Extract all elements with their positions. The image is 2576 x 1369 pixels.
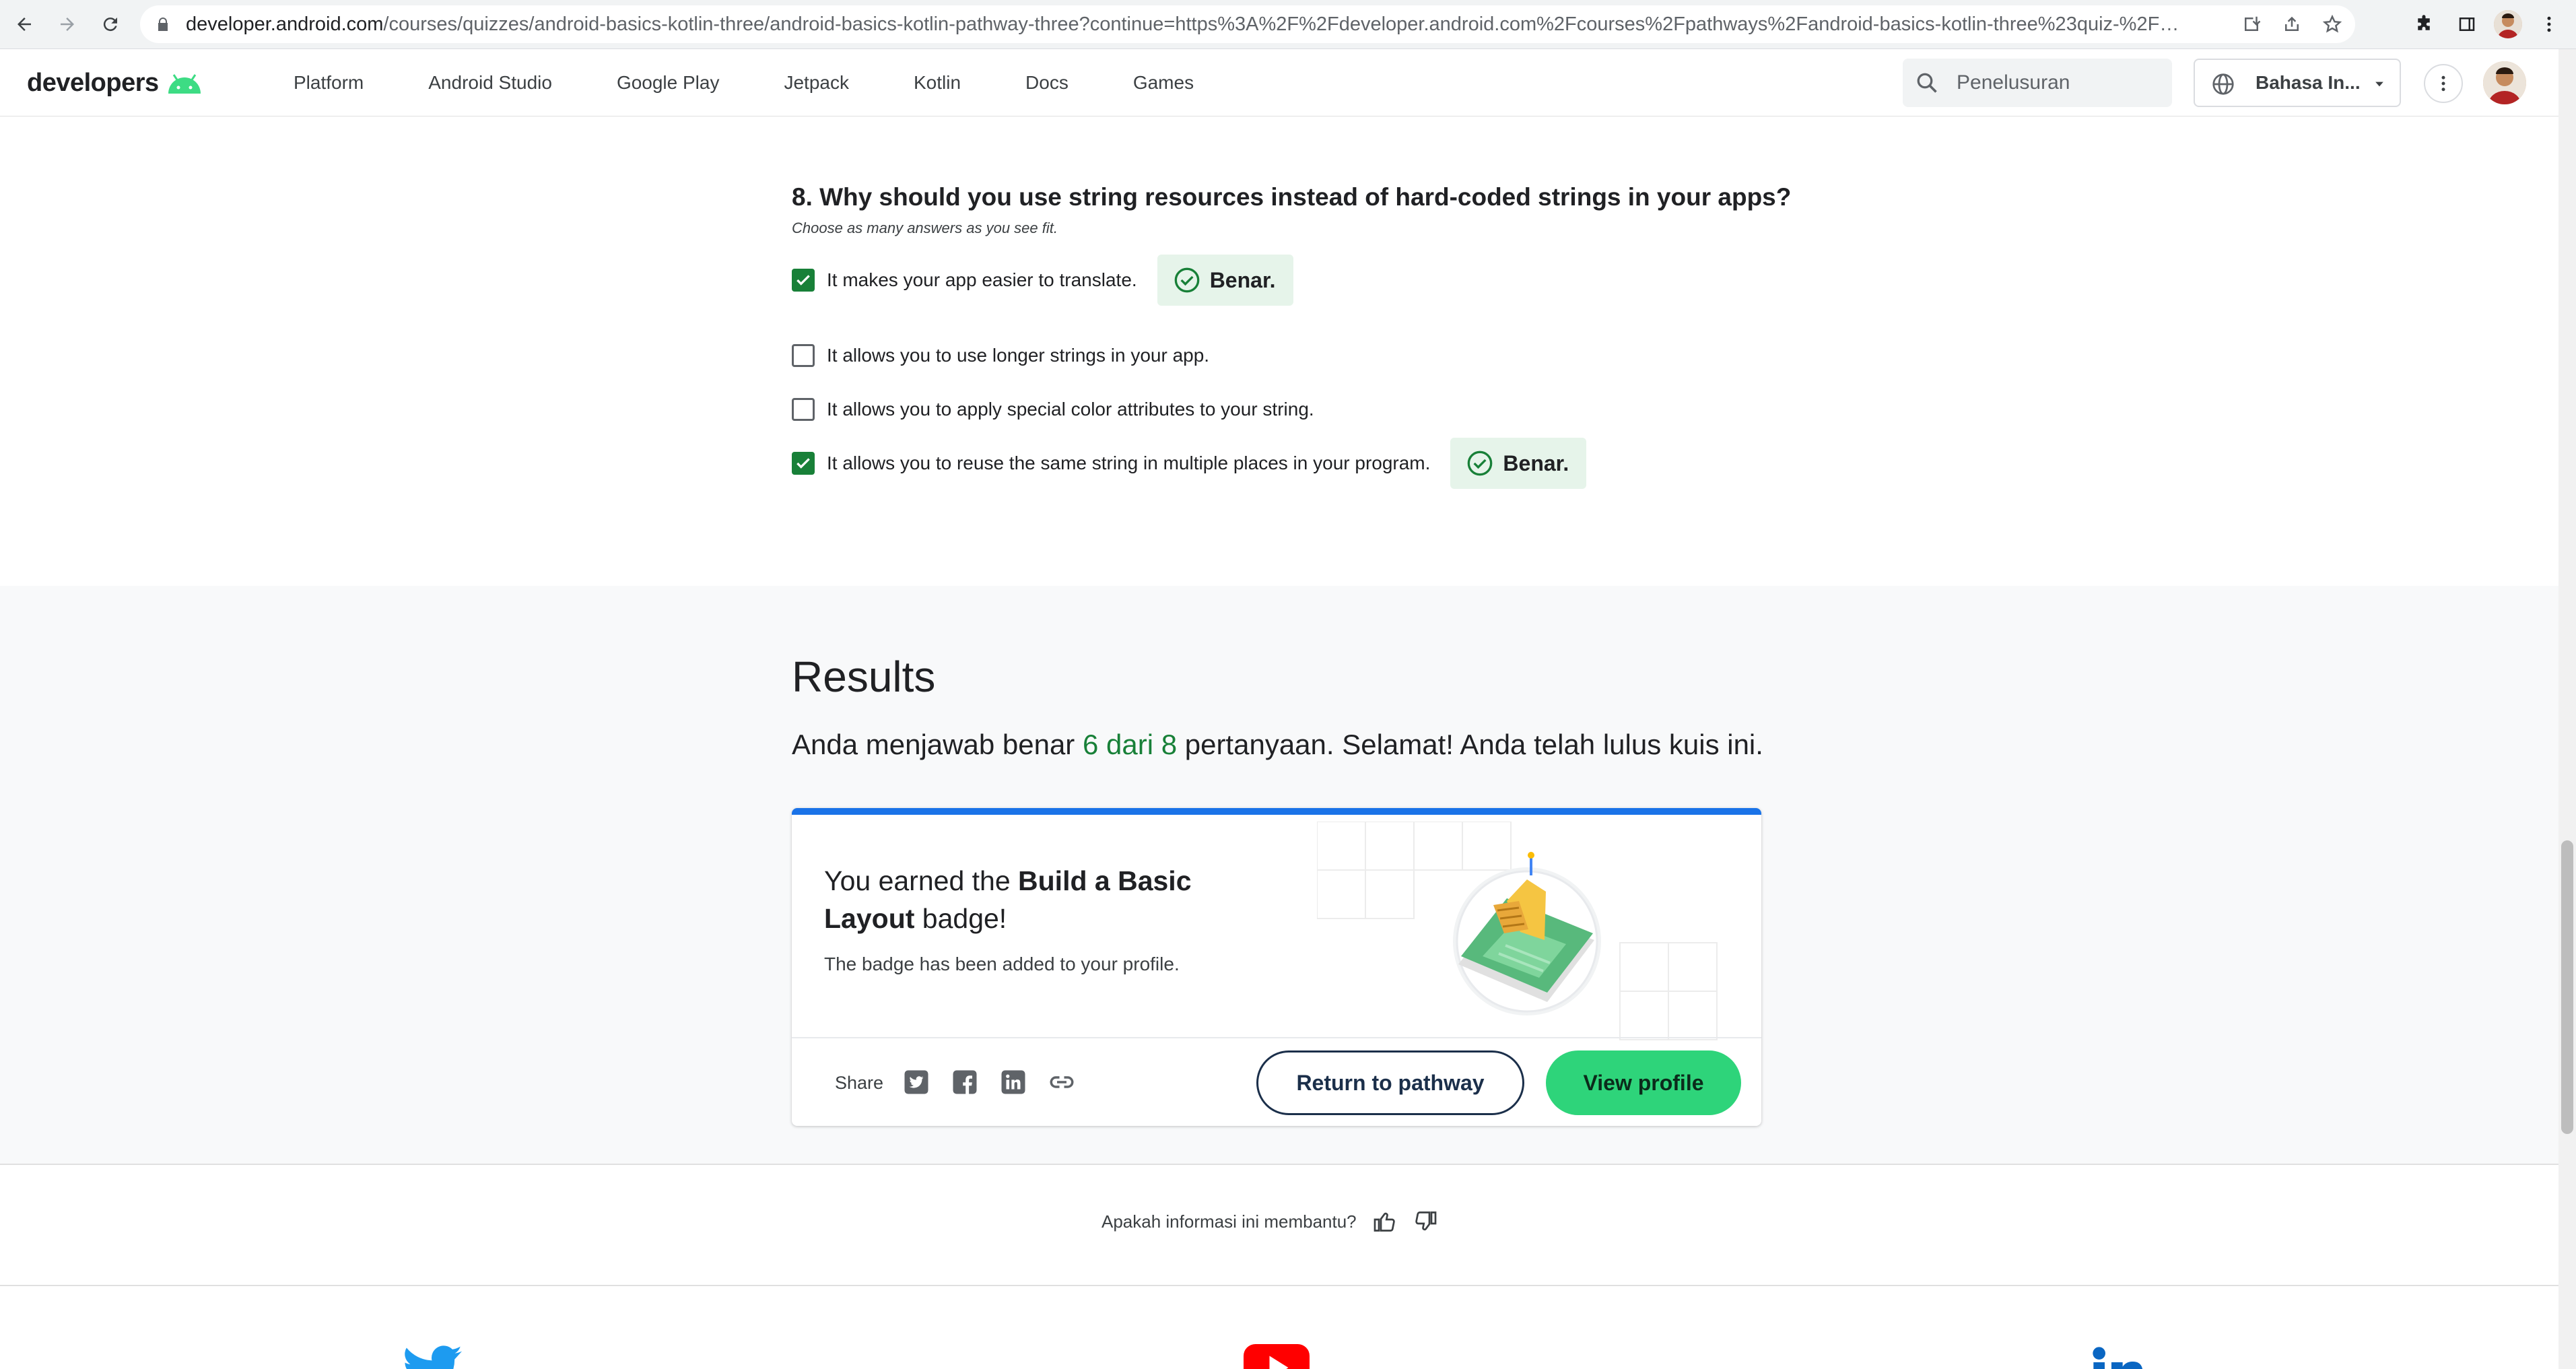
option-label: It allows you to apply special color att…: [827, 399, 1314, 420]
star-icon[interactable]: [2319, 11, 2346, 38]
check-circle-icon: [1174, 267, 1200, 293]
option-label: It makes your app easier to translate.: [827, 269, 1137, 290]
menu-icon[interactable]: [2533, 8, 2565, 40]
results-score: 6 dari 8: [1082, 729, 1178, 760]
badge-illustration: [1317, 822, 1718, 1040]
view-profile-button[interactable]: View profile: [1546, 1050, 1741, 1115]
search-placeholder: Penelusuran: [1957, 71, 2070, 94]
footer-social: [0, 1288, 2558, 1369]
twitter-icon[interactable]: [401, 1344, 465, 1369]
facebook-icon[interactable]: [951, 1068, 979, 1096]
question-hint: Choose as many answers as you see fit.: [792, 220, 1058, 236]
profile-avatar[interactable]: [2494, 10, 2522, 38]
answer-option[interactable]: It allows you to reuse the same string i…: [792, 436, 1587, 490]
search-icon: [1917, 73, 1937, 93]
nav-google-play[interactable]: Google Play: [617, 72, 720, 94]
check-icon: [796, 458, 810, 469]
site-header: developers Platform Android Studio Googl…: [0, 49, 2576, 116]
option-label: It allows you to use longer strings in y…: [827, 345, 1210, 366]
badge-heading: You earned the Build a Basic Layout badg…: [824, 862, 1282, 937]
correct-badge: Benar.: [1157, 255, 1293, 306]
results-text-after: pertanyaan. Selamat! Anda telah lulus ku…: [1177, 729, 1763, 760]
answer-option[interactable]: It makes your app easier to translate. B…: [792, 253, 1293, 307]
install-icon[interactable]: [2238, 11, 2265, 38]
badge-subtext: The badge has been added to your profile…: [824, 954, 1180, 974]
linkedin-icon[interactable]: [2091, 1345, 2145, 1369]
badge-card-footer: Share Return to pathway View profile: [792, 1037, 1761, 1126]
language-label: Bahasa In...: [2256, 72, 2361, 93]
nav-jetpack[interactable]: Jetpack: [784, 72, 849, 94]
top-nav: Platform Android Studio Google Play Jetp…: [294, 49, 1194, 116]
correct-label: Benar.: [1209, 267, 1276, 292]
address-bar[interactable]: developer.android.com/courses/quizzes/an…: [140, 5, 2355, 43]
share-icon[interactable]: [2278, 11, 2305, 38]
nav-games[interactable]: Games: [1133, 72, 1194, 94]
more-vert-icon: [2441, 75, 2445, 92]
checkbox-unchecked[interactable]: [792, 398, 815, 421]
correct-badge: Benar.: [1450, 438, 1587, 489]
forward-icon[interactable]: [51, 8, 83, 40]
more-options-button[interactable]: [2424, 64, 2463, 103]
badge-heading-prefix: You earned the: [824, 865, 1019, 896]
nav-docs[interactable]: Docs: [1025, 72, 1069, 94]
logo-text: developers: [27, 68, 159, 97]
youtube-icon[interactable]: [1243, 1344, 1310, 1369]
answer-option[interactable]: It allows you to apply special color att…: [792, 382, 1314, 436]
url-host: developer.android.com: [186, 13, 384, 35]
account-avatar[interactable]: [2483, 61, 2526, 104]
globe-icon: [2212, 73, 2234, 95]
checkbox-checked[interactable]: [792, 452, 815, 475]
results-summary: Anda menjawab benar 6 dari 8 pertanyaan.…: [792, 729, 1763, 761]
search-input[interactable]: Penelusuran: [1903, 59, 2172, 107]
scrollbar-track[interactable]: [2558, 49, 2576, 1369]
share-label: Share: [835, 1073, 884, 1093]
checkbox-checked[interactable]: [792, 269, 815, 292]
card-accent-bar: [792, 808, 1761, 815]
checkbox-unchecked[interactable]: [792, 344, 815, 367]
check-icon: [796, 275, 810, 286]
twitter-icon[interactable]: [902, 1068, 930, 1096]
scrollbar-thumb[interactable]: [2561, 840, 2573, 1134]
language-selector[interactable]: Bahasa In...: [2194, 59, 2401, 107]
option-label: It allows you to reuse the same string i…: [827, 453, 1431, 473]
sidepanel-icon[interactable]: [2451, 8, 2483, 40]
linkedin-icon[interactable]: [999, 1068, 1027, 1096]
url-text: developer.android.com/courses/quizzes/an…: [186, 5, 2187, 43]
badge-heading-suffix: badge!: [914, 903, 1007, 934]
quiz-question: 8. Why should you use string resources i…: [792, 183, 1802, 489]
thumb-down-icon[interactable]: [1413, 1209, 1437, 1234]
answer-option[interactable]: It allows you to use longer strings in y…: [792, 329, 1209, 382]
badge-card: You earned the Build a Basic Layout badg…: [792, 808, 1761, 1126]
question-title: 8. Why should you use string resources i…: [792, 183, 1792, 211]
nav-android-studio[interactable]: Android Studio: [428, 72, 552, 94]
results-title: Results: [792, 653, 936, 701]
caret-down-icon: [2375, 81, 2383, 87]
results-text-before: Anda menjawab benar: [792, 729, 1083, 760]
developers-logo[interactable]: developers: [27, 64, 203, 102]
reload-icon[interactable]: [94, 8, 127, 40]
link-icon[interactable]: [1048, 1068, 1076, 1096]
check-circle-icon: [1468, 450, 1493, 476]
correct-label: Benar.: [1503, 450, 1569, 475]
browser-toolbar: developer.android.com/courses/quizzes/an…: [0, 0, 2576, 49]
feedback-section: Apakah informasi ini membantu?: [0, 1165, 2558, 1286]
nav-platform[interactable]: Platform: [294, 72, 364, 94]
url-path: /courses/quizzes/android-basics-kotlin-t…: [383, 13, 2187, 35]
lock-icon[interactable]: [155, 16, 171, 32]
nav-kotlin[interactable]: Kotlin: [914, 72, 961, 94]
extensions-icon[interactable]: [2408, 8, 2440, 40]
android-logo-icon: [168, 74, 201, 94]
thumb-up-icon[interactable]: [1373, 1209, 1397, 1234]
feedback-question: Apakah informasi ini membantu?: [1101, 1211, 1357, 1232]
back-icon[interactable]: [8, 8, 40, 40]
return-to-pathway-button[interactable]: Return to pathway: [1256, 1050, 1524, 1115]
